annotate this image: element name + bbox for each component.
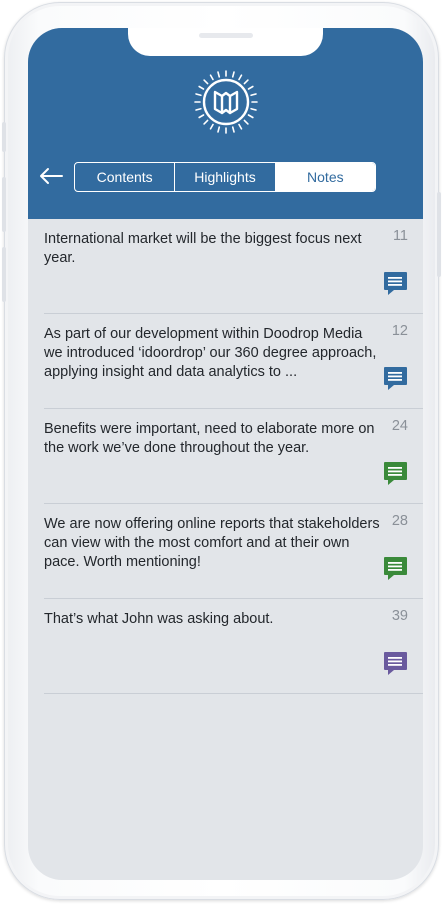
speaker <box>198 33 253 38</box>
note-text: We are now offering online reports that … <box>44 516 380 570</box>
notes-list: International market will be the biggest… <box>28 219 423 694</box>
note-page-number: 24 <box>391 418 408 434</box>
note-text: As part of our development within Doodro… <box>44 326 377 380</box>
comment-icon[interactable] <box>381 554 409 582</box>
book-sun-logo-icon <box>194 70 258 134</box>
app-header: Contents Highlights Notes <box>28 28 423 219</box>
comment-icon[interactable] <box>381 269 409 297</box>
notch <box>128 28 323 56</box>
volume-up-button <box>2 177 6 232</box>
comment-icon[interactable] <box>381 364 409 392</box>
screen: Contents Highlights Notes International … <box>28 28 423 880</box>
volume-down-button <box>2 247 6 302</box>
note-text: That’s what John was asking about. <box>44 611 274 627</box>
power-button <box>437 192 441 277</box>
note-page-number: 11 <box>392 228 408 244</box>
note-item[interactable]: Benefits were important, need to elabora… <box>44 409 423 504</box>
note-page-number: 12 <box>391 323 408 339</box>
note-page-number: 39 <box>391 608 408 624</box>
section-tabs: Contents Highlights Notes <box>74 162 376 192</box>
mute-switch <box>2 122 6 152</box>
note-text: Benefits were important, need to elabora… <box>44 421 375 456</box>
comment-icon[interactable] <box>381 459 409 487</box>
comment-icon[interactable] <box>381 649 409 677</box>
tab-contents[interactable]: Contents <box>75 163 174 191</box>
note-item[interactable]: International market will be the biggest… <box>44 219 423 314</box>
tab-highlights[interactable]: Highlights <box>174 163 274 191</box>
note-page-number: 28 <box>391 513 408 529</box>
note-text: International market will be the biggest… <box>44 231 362 266</box>
phone-frame: Contents Highlights Notes International … <box>2 2 441 900</box>
note-item[interactable]: We are now offering online reports that … <box>44 504 423 599</box>
note-item[interactable]: As part of our development within Doodro… <box>44 314 423 409</box>
note-item[interactable]: That’s what John was asking about. 39 <box>44 599 423 694</box>
back-arrow-icon[interactable] <box>38 166 64 186</box>
tab-notes[interactable]: Notes <box>274 163 375 191</box>
